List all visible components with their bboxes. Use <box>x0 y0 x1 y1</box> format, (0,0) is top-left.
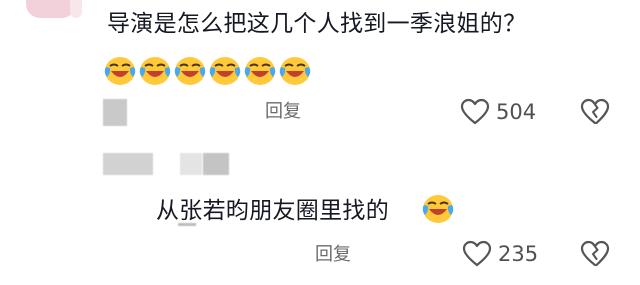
blurred-avatar[interactable] <box>103 153 153 175</box>
emoji-row <box>103 55 312 86</box>
blurred-timestamp <box>103 99 127 126</box>
dislike-icon[interactable] <box>580 240 610 268</box>
heart-icon[interactable] <box>460 98 490 126</box>
laughing-crying-emoji <box>244 57 276 85</box>
comment-text: 导演是怎么把这几个人找到一季浪姐的？ <box>107 11 527 37</box>
laughing-crying-emoji <box>279 57 311 85</box>
laughing-crying-emoji <box>174 57 206 85</box>
reply-button[interactable]: 回复 <box>315 244 351 266</box>
like-count: 235 <box>498 242 539 266</box>
blurred-username[interactable] <box>180 153 202 175</box>
dislike-icon[interactable] <box>580 98 610 126</box>
blurred-username[interactable] <box>203 153 229 175</box>
heart-icon[interactable] <box>462 240 492 268</box>
laughing-crying-emoji <box>422 195 454 223</box>
reply-button[interactable]: 回复 <box>265 101 301 123</box>
laughing-crying-emoji <box>139 57 171 85</box>
like-count: 504 <box>496 100 537 124</box>
laughing-crying-emoji <box>104 57 136 85</box>
avatar-partial[interactable] <box>26 0 82 18</box>
reply-text: 从张若昀朋友圈里找的 <box>156 198 389 224</box>
laughing-crying-emoji <box>209 57 241 85</box>
